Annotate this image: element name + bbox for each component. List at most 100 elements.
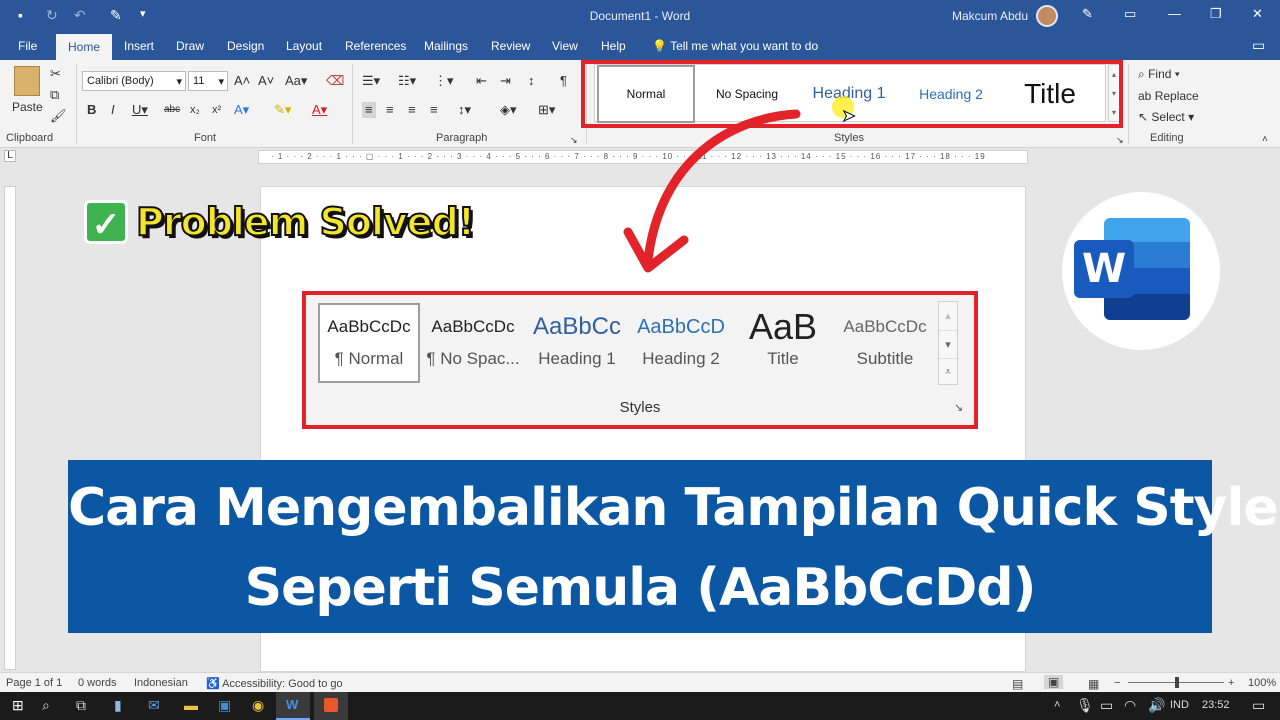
- close-icon[interactable]: ✕: [1252, 6, 1263, 22]
- clear-formatting-icon[interactable]: ⌫: [326, 73, 344, 89]
- zoom-out-icon[interactable]: −: [1114, 677, 1120, 689]
- paste-icon[interactable]: [14, 66, 40, 96]
- font-size-select[interactable]: 11 ▾: [188, 71, 228, 91]
- font-color-icon[interactable]: A▾: [312, 102, 327, 118]
- restore-icon[interactable]: ❐: [1210, 6, 1222, 22]
- task-view-icon[interactable]: ⧉: [76, 697, 86, 714]
- copy-icon[interactable]: ⧉: [50, 87, 59, 103]
- recorder-taskbar-item[interactable]: [314, 692, 348, 720]
- show-formatting-icon[interactable]: ¶: [560, 73, 567, 89]
- styles-launcher-icon[interactable]: ↘: [1116, 132, 1124, 148]
- quick-style-normal[interactable]: AaBbCcDc ¶ Normal: [318, 305, 420, 381]
- wifi-icon[interactable]: ◠: [1124, 697, 1136, 714]
- change-case-icon[interactable]: Aa▾: [285, 73, 307, 89]
- chevron-up-icon[interactable]: ˄: [1054, 699, 1060, 711]
- cut-icon[interactable]: ✂: [50, 66, 61, 82]
- tab-view[interactable]: View: [552, 39, 578, 53]
- tab-review[interactable]: Review: [491, 39, 530, 53]
- tab-selector-icon[interactable]: L: [4, 150, 16, 162]
- windows-start-icon[interactable]: ⊞: [12, 697, 24, 714]
- quick-style-no-spacing[interactable]: AaBbCcDc ¶ No Spac...: [422, 305, 524, 381]
- tab-mailings[interactable]: Mailings: [424, 39, 468, 53]
- line-spacing-icon[interactable]: ↕▾: [458, 102, 471, 118]
- scroll-up-icon[interactable]: ▴: [939, 302, 957, 330]
- input-language[interactable]: IND: [1170, 699, 1189, 711]
- strikethrough-icon[interactable]: abc: [164, 102, 180, 118]
- tab-file[interactable]: File: [18, 39, 37, 53]
- multilevel-list-icon[interactable]: ⋮▾: [434, 73, 454, 89]
- subscript-icon[interactable]: x₂: [190, 102, 200, 118]
- tab-help[interactable]: Help: [601, 39, 626, 53]
- align-center-icon[interactable]: ≡: [386, 102, 394, 118]
- chrome-icon[interactable]: ◉: [252, 697, 264, 714]
- numbering-icon[interactable]: ☷▾: [398, 73, 416, 89]
- ribbon-display-icon[interactable]: ▭: [1124, 6, 1136, 22]
- language-status[interactable]: Indonesian: [134, 677, 188, 689]
- battery-icon[interactable]: ▭: [1100, 697, 1113, 714]
- tab-layout[interactable]: Layout: [286, 39, 322, 53]
- word-taskbar-item[interactable]: W: [276, 692, 310, 720]
- accessibility-status[interactable]: ♿ Accessibility: Good to go: [206, 677, 343, 690]
- web-layout-icon[interactable]: ▦: [1088, 677, 1099, 691]
- vertical-ruler[interactable]: [4, 186, 16, 670]
- zoom-in-icon[interactable]: +: [1228, 677, 1234, 689]
- volume-icon[interactable]: 🔊: [1148, 697, 1165, 714]
- quick-style-heading-2[interactable]: AaBbCcD Heading 2: [630, 305, 732, 381]
- italic-icon[interactable]: I: [111, 102, 115, 118]
- mail-icon[interactable]: ✉: [148, 697, 160, 714]
- tab-references[interactable]: References: [345, 39, 406, 53]
- tell-me-search[interactable]: 💡 Tell me what you want to do: [652, 39, 818, 53]
- quick-style-subtitle[interactable]: AaBbCcDc Subtitle: [834, 305, 936, 381]
- scroll-down-icon[interactable]: ▾: [939, 330, 957, 358]
- notifications-icon[interactable]: ▭: [1252, 697, 1265, 714]
- clock[interactable]: 23:52: [1202, 699, 1230, 711]
- zoom-level[interactable]: 100%: [1248, 677, 1276, 689]
- replace-button[interactable]: ab Replace: [1138, 89, 1199, 103]
- text-effects-icon[interactable]: A▾: [234, 102, 249, 118]
- store-icon[interactable]: ▣: [218, 697, 231, 714]
- print-layout-icon[interactable]: ▣: [1044, 675, 1064, 689]
- tab-home[interactable]: Home: [56, 34, 113, 60]
- shrink-font-icon[interactable]: A˅: [258, 73, 274, 89]
- shading-icon[interactable]: ◈▾: [500, 102, 517, 118]
- underline-icon[interactable]: U▾: [132, 102, 148, 118]
- bold-icon[interactable]: B: [87, 102, 96, 118]
- collapse-ribbon-icon[interactable]: ˄: [1262, 132, 1268, 148]
- tab-draw[interactable]: Draw: [176, 39, 204, 53]
- format-painter-icon[interactable]: 🖌: [50, 108, 67, 124]
- word-count[interactable]: 0 words: [78, 677, 117, 689]
- minimize-icon[interactable]: —: [1168, 6, 1181, 21]
- avatar[interactable]: [1036, 5, 1058, 27]
- borders-icon[interactable]: ⊞▾: [538, 102, 555, 118]
- bullets-icon[interactable]: ☰▾: [362, 73, 380, 89]
- app-icon[interactable]: ▮: [114, 697, 122, 714]
- align-right-icon[interactable]: ≡: [408, 102, 416, 118]
- highlight-icon[interactable]: ✎▾: [274, 102, 291, 118]
- read-mode-icon[interactable]: ▤: [1012, 677, 1023, 691]
- align-left-icon[interactable]: ≡: [362, 102, 376, 118]
- user-name[interactable]: Makcum Abdu: [952, 9, 1028, 23]
- paragraph-launcher-icon[interactable]: ↘: [570, 132, 578, 148]
- paste-label[interactable]: Paste: [12, 100, 43, 114]
- pen-icon[interactable]: ✎: [1082, 6, 1093, 22]
- find-button[interactable]: ⌕ Find ▾: [1138, 67, 1180, 82]
- font-name-select[interactable]: Calibri (Body) ▾: [82, 71, 186, 91]
- page-count[interactable]: Page 1 of 1: [6, 677, 62, 689]
- zoom-slider-thumb[interactable]: [1175, 677, 1179, 688]
- tab-design[interactable]: Design: [227, 39, 264, 53]
- quick-styles-scrollbar[interactable]: ▴ ▾ ⩡: [938, 301, 958, 385]
- more-styles-icon[interactable]: ⩡: [939, 358, 957, 384]
- quick-style-heading-1[interactable]: AaBbCc Heading 1: [526, 305, 628, 381]
- sort-icon[interactable]: ↕: [528, 73, 535, 89]
- increase-indent-icon[interactable]: ⇥: [500, 73, 511, 89]
- select-button[interactable]: ↖ Select ▾: [1138, 110, 1194, 124]
- decrease-indent-icon[interactable]: ⇤: [476, 73, 487, 89]
- justify-icon[interactable]: ≡: [430, 102, 438, 118]
- tab-insert[interactable]: Insert: [124, 39, 154, 53]
- microphone-icon[interactable]: 🎙: [1076, 697, 1094, 714]
- comments-icon[interactable]: ▭: [1252, 37, 1265, 54]
- quick-style-title[interactable]: AaB Title: [732, 305, 834, 381]
- search-icon[interactable]: ⌕: [42, 697, 50, 714]
- styles-launcher-icon[interactable]: ↘: [954, 401, 963, 414]
- file-explorer-icon[interactable]: ▬: [184, 697, 198, 713]
